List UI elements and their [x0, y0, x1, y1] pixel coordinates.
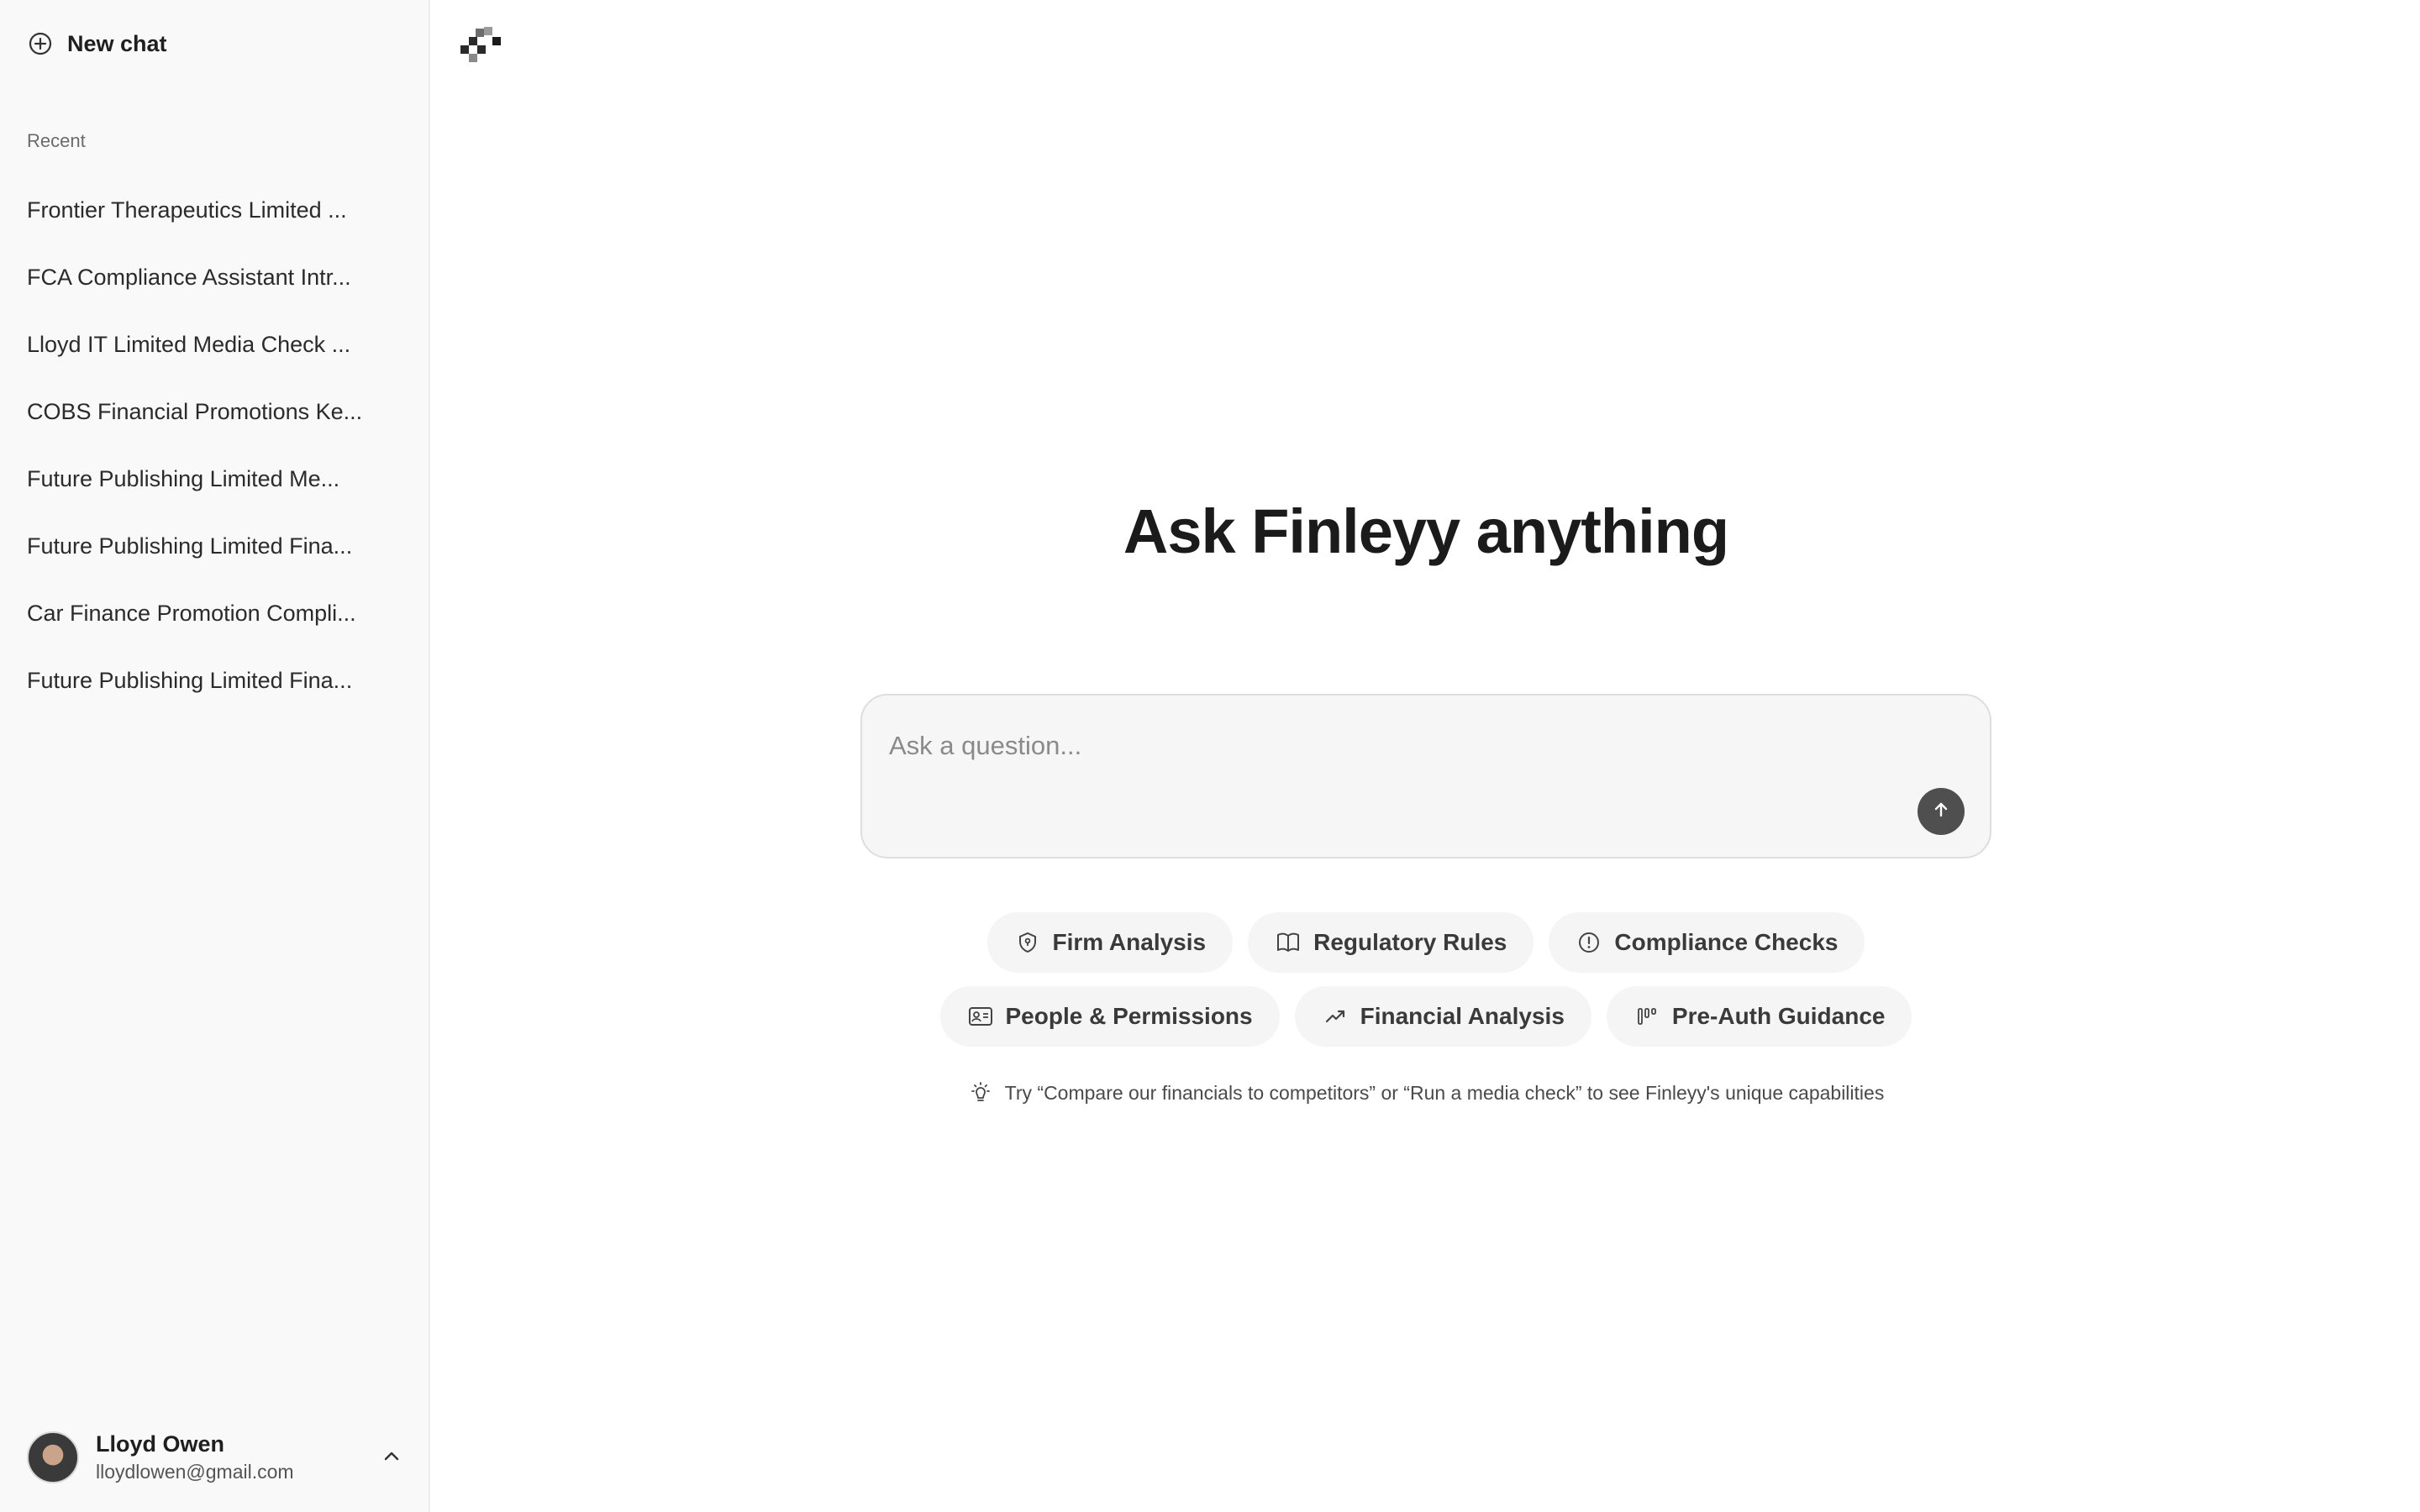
user-name: Lloyd Owen	[96, 1431, 225, 1457]
chip-label: Pre-Auth Guidance	[1671, 1003, 1886, 1029]
user-info: Lloyd Owen lloydlowen@gmail.com	[96, 1431, 294, 1483]
recent-chats-list: Frontier Therapeutics Limited ... FCA Co…	[13, 176, 417, 714]
chip-label: Financial Analysis	[1360, 1003, 1565, 1029]
recent-chat-title: Future Publishing Limited Fina...	[27, 533, 353, 559]
recent-chat-item[interactable]: Lloyd IT Limited Media Check ...	[13, 311, 417, 378]
recent-heading: Recent	[27, 130, 86, 151]
chip-label: People & Permissions	[1005, 1003, 1253, 1029]
recent-chat-title: Future Publishing Limited Me...	[27, 465, 340, 491]
avatar	[27, 1431, 79, 1483]
chip-compliance-checks[interactable]: Compliance Checks	[1549, 912, 1865, 973]
chip-regulatory-rules[interactable]: Regulatory Rules	[1248, 912, 1534, 973]
recent-chat-item[interactable]: Future Publishing Limited Me...	[13, 445, 417, 512]
tip-text: Try “Compare our financials to competito…	[1004, 1081, 1885, 1104]
chip-label: Compliance Checks	[1614, 929, 1839, 955]
alert-circle-icon	[1576, 929, 1602, 956]
question-input[interactable]	[889, 721, 1897, 771]
recent-chat-item[interactable]: COBS Financial Promotions Ke...	[13, 378, 417, 445]
user-account-menu[interactable]: Lloyd Owen lloydlowen@gmail.com	[13, 1420, 417, 1495]
recent-chat-item[interactable]: Future Publishing Limited Fina...	[13, 512, 417, 580]
recent-chat-item[interactable]: Frontier Therapeutics Limited ...	[13, 176, 417, 244]
trend-up-icon	[1322, 1003, 1349, 1030]
recent-chat-item[interactable]: FCA Compliance Assistant Intr...	[13, 244, 417, 311]
page-title: Ask Finleyy anything	[1123, 496, 1729, 566]
recent-chat-title: Lloyd IT Limited Media Check ...	[27, 331, 351, 357]
chip-people-permissions[interactable]: People & Permissions	[939, 986, 1280, 1047]
arrow-up-icon	[1930, 799, 1952, 825]
chip-label: Regulatory Rules	[1313, 929, 1507, 955]
lightbulb-icon	[968, 1080, 993, 1105]
new-chat-button[interactable]: New chat	[20, 22, 407, 66]
tip-hint: Try “Compare our financials to competito…	[432, 1080, 2420, 1105]
recent-chat-item[interactable]: Car Finance Promotion Compli...	[13, 580, 417, 647]
chip-financial-analysis[interactable]: Financial Analysis	[1294, 986, 1591, 1047]
user-email: lloydlowen@gmail.com	[96, 1461, 294, 1483]
question-composer	[860, 694, 1991, 858]
book-icon	[1275, 929, 1302, 956]
app-window: New chat Recent Frontier Therapeutics Li…	[0, 0, 2420, 1512]
suggestion-chips-row: Firm Analysis Regulatory Rules Complianc…	[432, 912, 2420, 973]
recent-chat-title: FCA Compliance Assistant Intr...	[27, 264, 351, 290]
recent-chat-title: COBS Financial Promotions Ke...	[27, 398, 363, 424]
chip-pre-auth-guidance[interactable]: Pre-Auth Guidance	[1606, 986, 1912, 1047]
new-chat-label: New chat	[67, 30, 167, 56]
id-card-icon	[967, 1003, 994, 1030]
bars-icon	[1634, 1003, 1660, 1030]
recent-chat-item[interactable]: Future Publishing Limited Fina...	[13, 647, 417, 714]
recent-chat-title: Car Finance Promotion Compli...	[27, 600, 356, 626]
plus-circle-icon	[27, 30, 54, 57]
suggestion-chips-row: People & Permissions Financial Analysis …	[432, 986, 2420, 1047]
chip-label: Firm Analysis	[1052, 929, 1207, 955]
chip-firm-analysis[interactable]: Firm Analysis	[986, 912, 1234, 973]
main-content: Ask Finleyy anything Firm Analysis Reg	[432, 0, 2420, 1512]
sidebar: New chat Recent Frontier Therapeutics Li…	[0, 0, 430, 1512]
chevron-up-icon[interactable]	[378, 1443, 405, 1470]
shield-icon	[1014, 929, 1041, 956]
finleyy-logo-icon[interactable]	[457, 25, 506, 69]
send-button[interactable]	[1918, 788, 1965, 835]
recent-chat-title: Frontier Therapeutics Limited ...	[27, 197, 347, 223]
recent-chat-title: Future Publishing Limited Fina...	[27, 667, 353, 693]
